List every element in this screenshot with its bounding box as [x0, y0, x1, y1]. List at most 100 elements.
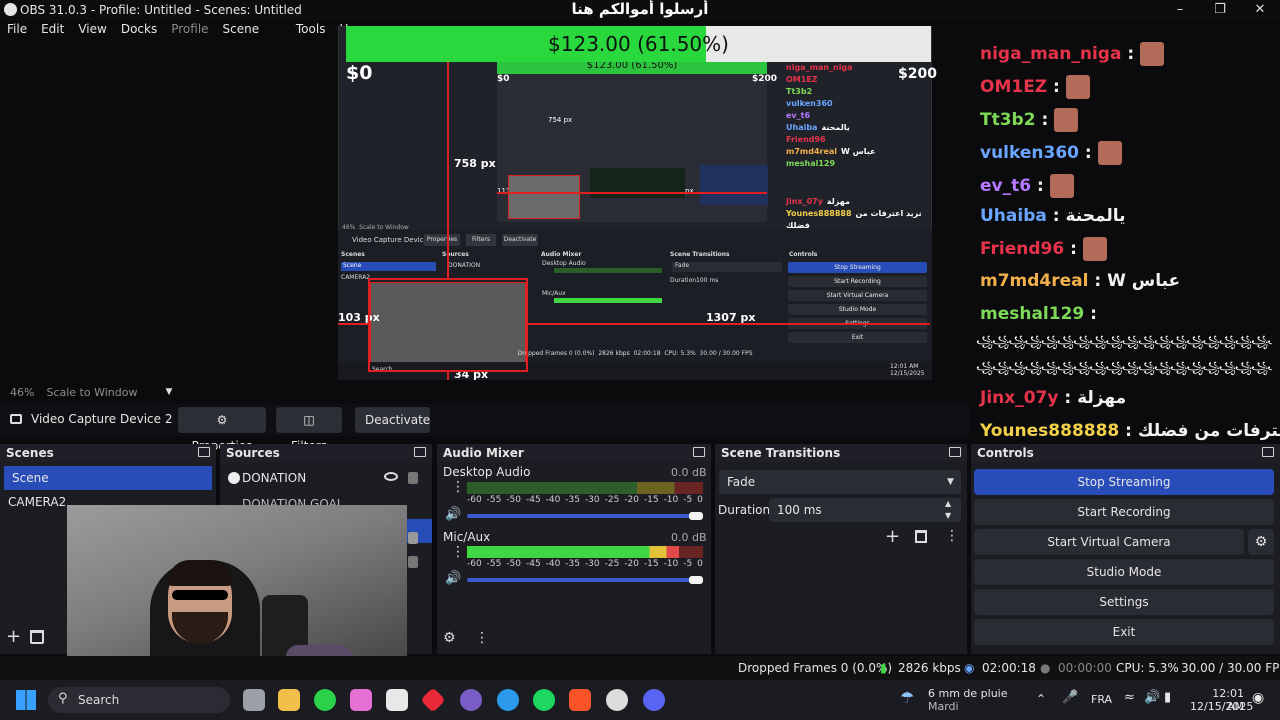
weather-text[interactable]: 6 mm de pluie [928, 687, 1008, 700]
lock-icon[interactable] [408, 532, 418, 544]
menu-scene-collection[interactable]: Scene Collection [216, 20, 289, 54]
trash-icon[interactable] [915, 530, 927, 543]
app-icon[interactable] [314, 689, 336, 711]
volume-knob[interactable] [689, 512, 703, 520]
brave-icon[interactable] [569, 689, 591, 711]
menu-file[interactable]: File [0, 20, 34, 38]
filters-button[interactable]: ◫ Filters [276, 407, 342, 453]
menu-profile[interactable]: Profile [164, 20, 215, 38]
wifi-icon[interactable]: ≈ [1124, 690, 1135, 705]
menu-docks[interactable]: Docks [114, 20, 164, 38]
gear-icon[interactable]: ⚙ [443, 630, 456, 646]
app-icon[interactable] [350, 689, 372, 711]
discord-icon[interactable] [643, 689, 665, 711]
kebab-icon[interactable]: ⋮ [451, 480, 465, 494]
microphone-icon[interactable]: 🎤 [1062, 690, 1078, 705]
lock-icon[interactable] [408, 472, 418, 484]
weather-icon: ☂ [900, 688, 915, 707]
spotify-icon[interactable] [533, 689, 555, 711]
exit-button[interactable]: Exit [974, 619, 1274, 645]
volume-knob[interactable] [689, 576, 703, 584]
source-item[interactable]: DONATION [220, 466, 432, 490]
chevron-down-icon[interactable]: ▼ [165, 387, 172, 397]
app-icon[interactable] [460, 689, 482, 711]
volume-slider[interactable] [467, 514, 703, 518]
deactivate-button[interactable]: Deactivate [355, 407, 430, 433]
microsoft-store-icon[interactable] [386, 689, 408, 711]
nested-chat-line: Uhaiba يالمحنة [786, 122, 926, 134]
add-icon[interactable]: + [885, 526, 900, 547]
gear-icon[interactable]: ⚙ [1248, 529, 1274, 555]
kebab-icon[interactable]: ⋮ [451, 545, 465, 559]
clock-date[interactable]: 12/15/2025 [1190, 700, 1253, 713]
transition-select[interactable]: Fade [719, 470, 961, 494]
nested-kbps: 2826 kbps [598, 350, 630, 357]
trash-icon[interactable] [30, 630, 44, 644]
menu-tools[interactable]: Tools [289, 20, 333, 38]
meter-tick: 0 [697, 559, 703, 569]
file-explorer-icon[interactable] [278, 689, 300, 711]
volume-icon[interactable]: 🔊 [1144, 690, 1160, 705]
settings-button[interactable]: Settings [974, 589, 1274, 615]
maximize-icon[interactable]: ❐ [1200, 0, 1240, 20]
duration-input[interactable]: 100 ms [769, 498, 961, 522]
undock-icon[interactable] [1262, 447, 1274, 457]
search-label: Search [78, 693, 120, 707]
nested-cpu: CPU: 5.3% [664, 350, 696, 357]
properties-button[interactable]: ⚙ Properties [178, 407, 266, 453]
notification-icon[interactable]: ◉ [1252, 690, 1264, 706]
language-indicator[interactable]: FRA [1091, 693, 1112, 706]
speaker-icon[interactable]: 🔊 [445, 571, 461, 586]
controls-title: Controls [971, 444, 1280, 462]
search-icon: ⚲ [58, 691, 68, 706]
nested-chat-line: Tt3b2 [786, 86, 926, 98]
speaker-icon[interactable]: 🔊 [445, 507, 461, 522]
meter-tick: -45 [525, 495, 541, 505]
chat-text: مهزلة [1077, 388, 1127, 408]
chat-separator: : [1046, 206, 1066, 226]
transitions-title: Scene Transitions [715, 444, 967, 462]
nested-chat-user: m7md4real [786, 147, 838, 156]
start-recording-button[interactable]: Start Recording [974, 499, 1274, 525]
obs-logo-icon [4, 3, 17, 16]
spinner-icon[interactable]: ▲ ▼ [945, 498, 951, 522]
nested-duration-value: 100 ms [696, 277, 719, 284]
minimize-icon[interactable]: – [1160, 0, 1200, 20]
undock-icon[interactable] [198, 447, 210, 457]
selected-source-outline[interactable] [368, 278, 528, 372]
scene-transitions-dock: Scene Transitions Fade ▼ Duration 100 ms… [715, 444, 967, 654]
taskbar-search[interactable]: ⚲ Search [48, 687, 230, 713]
undock-icon[interactable] [949, 447, 961, 457]
undock-icon[interactable] [693, 447, 705, 457]
studio-mode-button[interactable]: Studio Mode [974, 559, 1274, 585]
obs-icon[interactable] [606, 689, 628, 711]
chevron-up-icon[interactable]: ⌃ [1036, 692, 1046, 706]
kebab-icon[interactable]: ⋮ [475, 630, 489, 646]
meter-tick: -15 [643, 495, 659, 505]
chat-text: يالمحنة [1065, 206, 1126, 226]
meter-tick: -35 [565, 559, 580, 569]
browser-icon[interactable] [497, 689, 519, 711]
meter-tick: -20 [624, 559, 639, 569]
menu-view[interactable]: View [71, 20, 113, 38]
eye-icon[interactable] [384, 472, 398, 481]
zoom-mode[interactable]: Scale to Window [46, 386, 137, 399]
menu-edit[interactable]: Edit [34, 20, 71, 38]
windows-start-icon[interactable] [16, 690, 36, 710]
scene-item[interactable]: Scene [4, 466, 212, 490]
undock-icon[interactable] [414, 447, 426, 457]
stop-streaming-button[interactable]: Stop Streaming [974, 469, 1274, 495]
add-scene-icon[interactable]: + [6, 626, 21, 647]
emote-icon [1054, 108, 1079, 132]
channel-db: 0.0 dB [671, 531, 707, 544]
start-virtual-camera-button[interactable]: Start Virtual Camera [974, 529, 1244, 555]
lock-icon[interactable] [408, 556, 418, 568]
nested-chat-user: Friend96 [786, 135, 826, 144]
chat-separator: : [1035, 110, 1049, 130]
battery-icon[interactable]: ▮ [1164, 690, 1171, 705]
chevron-down-icon[interactable]: ▼ [947, 477, 954, 487]
volume-slider[interactable] [467, 578, 703, 582]
close-icon[interactable]: ✕ [1240, 0, 1280, 20]
kebab-icon[interactable]: ⋮ [945, 528, 959, 544]
task-view-icon[interactable] [243, 689, 265, 711]
